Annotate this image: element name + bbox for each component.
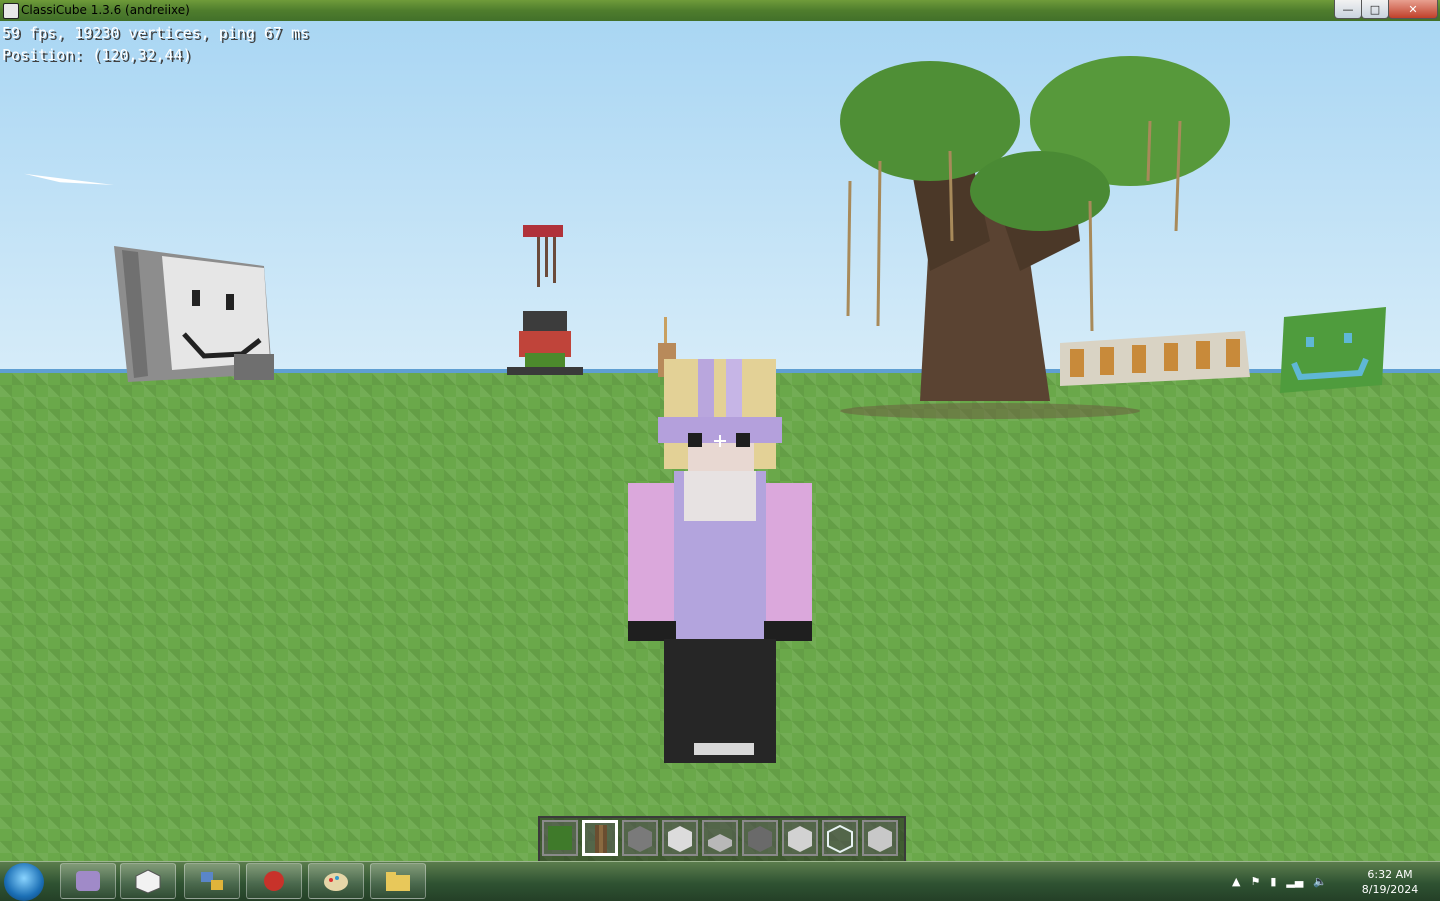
classicube-app-icon (3, 3, 19, 19)
start-button[interactable] (4, 863, 44, 901)
light-stone-block-icon (788, 826, 812, 852)
taskbar-paint[interactable] (308, 863, 364, 899)
clock[interactable]: 6:32 AM 8/19/2024 (1352, 867, 1428, 897)
smiley-sign (1280, 307, 1386, 393)
browser-icon (264, 871, 284, 891)
hotbar-slot-stone-slab[interactable] (662, 820, 698, 856)
hotbar-slot-stone-3[interactable] (862, 820, 898, 856)
hotbar-slot-stone-2[interactable] (782, 820, 818, 856)
window-title: ClassiCube 1.3.6 (andreiixe) (21, 3, 190, 17)
close-button[interactable]: ✕ (1388, 0, 1438, 19)
taskbar-browser[interactable] (246, 863, 302, 899)
clock-time: 6:32 AM (1367, 868, 1413, 881)
system-tray: ▲ ⚑ ▮ ▂▄ 🔈 (1232, 866, 1327, 896)
show-hidden-icons-icon[interactable]: ▲ (1232, 875, 1240, 888)
taskbar: ▲ ⚑ ▮ ▂▄ 🔈 6:32 AM 8/19/2024 (0, 861, 1440, 901)
network-manager-icon (201, 872, 223, 890)
iron-block-icon (868, 826, 892, 852)
network-signal-icon[interactable]: ▂▄ (1286, 875, 1303, 888)
leaves-block-icon (548, 826, 572, 850)
maximize-button[interactable]: □ (1361, 0, 1389, 19)
gravel-block-icon (748, 826, 772, 852)
fps-stats: 59 fps, 19230 vertices, ping 67 ms (2, 24, 310, 42)
hotbar-slot-glass[interactable] (822, 820, 858, 856)
file-explorer-icon (386, 872, 410, 891)
classicube-icon (135, 869, 161, 894)
game-viewport[interactable]: 59 fps, 19230 vertices, ping 67 ms Posit… (0, 21, 1440, 861)
letters-sign (1060, 331, 1250, 386)
hotbar-slot-slab[interactable] (702, 820, 738, 856)
minimize-button[interactable]: — (1334, 0, 1362, 19)
white-block-icon (668, 826, 692, 852)
slab-block-icon (708, 834, 732, 852)
volume-icon[interactable]: 🔈 (1313, 875, 1327, 888)
taskbar-explorer[interactable] (370, 863, 426, 899)
hotbar (538, 816, 906, 861)
hotbar-slot-log[interactable] (582, 820, 618, 856)
computer-statue (114, 246, 274, 382)
taskbar-media-player[interactable] (60, 863, 116, 899)
taskbar-classicube[interactable] (120, 863, 176, 899)
glass-block-icon (827, 824, 853, 854)
clock-date: 8/19/2024 (1361, 883, 1419, 896)
hotbar-slot-stone[interactable] (622, 820, 658, 856)
position-readout: Position: (120,32,44) (2, 46, 192, 64)
paint-icon (324, 873, 348, 891)
player-avatar (628, 359, 812, 763)
taskbar-network[interactable] (184, 863, 240, 899)
title-bar[interactable]: ClassiCube 1.3.6 (andreiixe) — □ ✕ (0, 0, 1440, 21)
stone-block-icon (628, 826, 652, 852)
media-player-icon (76, 871, 100, 891)
robot-statue (507, 225, 583, 375)
log-block-icon (595, 825, 607, 853)
power-icon[interactable]: ▮ (1270, 875, 1276, 888)
crosshair-icon (714, 435, 726, 447)
hotbar-slot-gravel[interactable] (742, 820, 778, 856)
game-window: ClassiCube 1.3.6 (andreiixe) — □ ✕ 59 fp… (0, 0, 1440, 901)
action-center-icon[interactable]: ⚑ (1250, 875, 1260, 888)
hotbar-slot-leaves[interactable] (542, 820, 578, 856)
